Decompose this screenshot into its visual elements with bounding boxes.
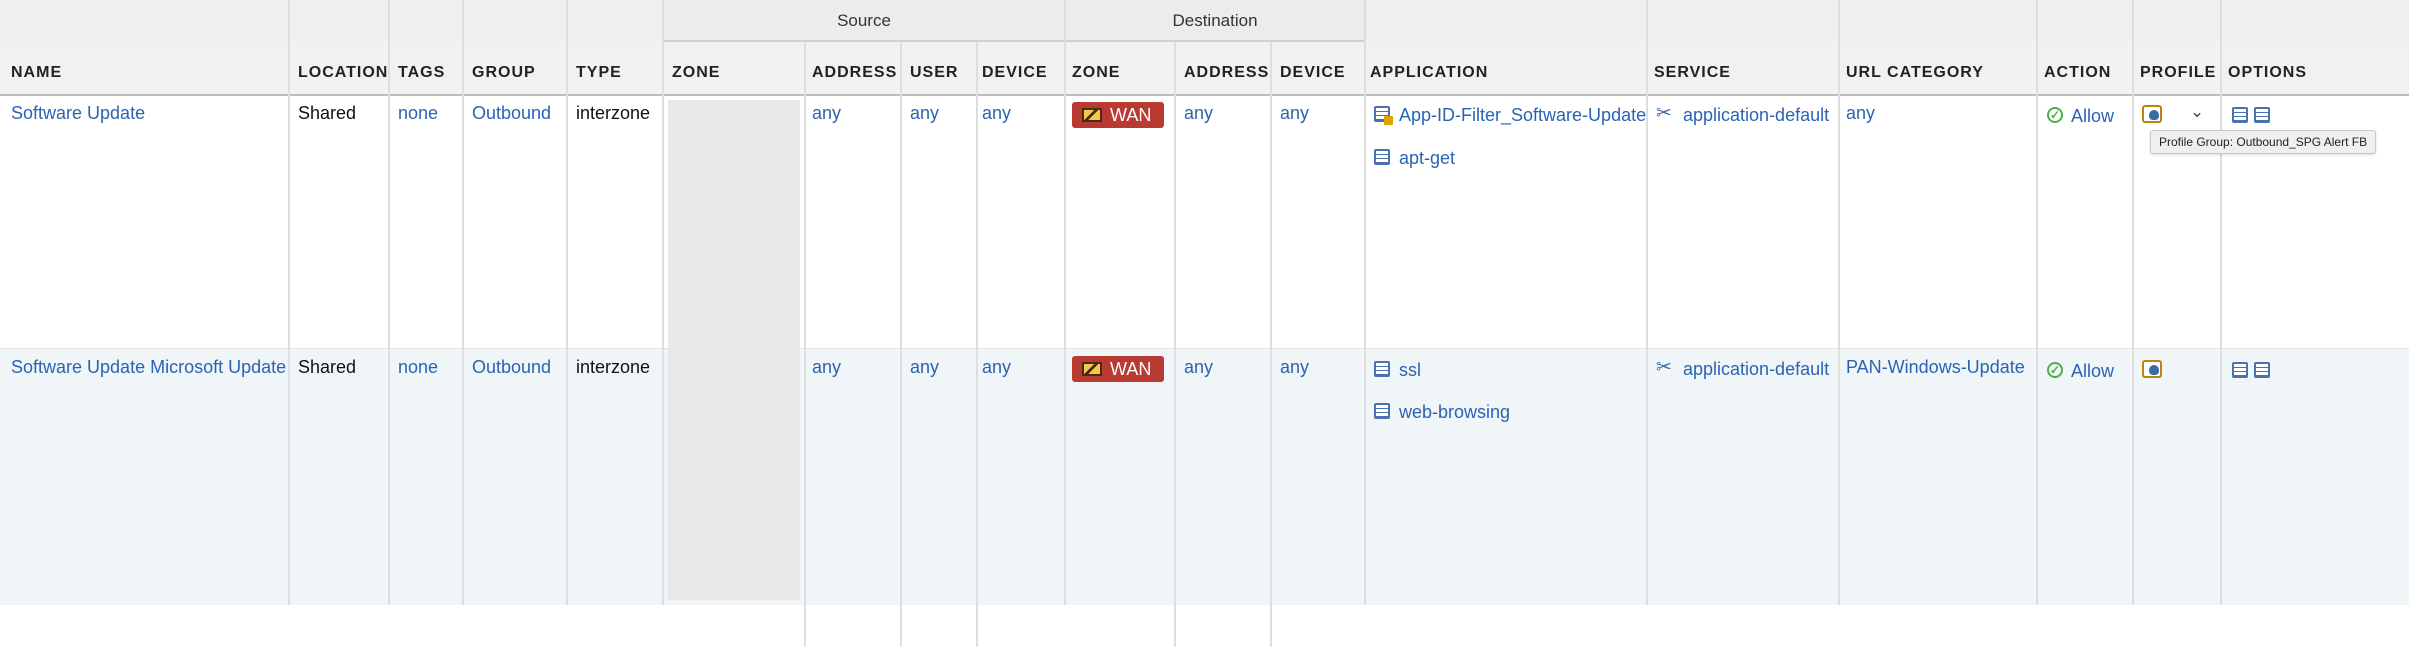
rule-type: interzone xyxy=(576,103,651,123)
source-address-link[interactable]: any xyxy=(812,101,841,125)
rule-location: Shared xyxy=(298,103,357,123)
rule-group-link[interactable]: Outbound xyxy=(472,101,551,125)
log-forwarding-icon[interactable] xyxy=(2254,107,2270,123)
col-header-type[interactable]: TYPE xyxy=(576,58,622,88)
rule-name-link[interactable]: Software Update Microsoft Update xyxy=(11,355,286,379)
allow-check-icon: ✓ xyxy=(2047,107,2063,123)
col-header-tags[interactable]: TAGS xyxy=(398,58,445,88)
col-header-source-address[interactable]: ADDRESS xyxy=(812,58,897,88)
service-link[interactable]: application-default xyxy=(1683,357,1829,381)
destination-zone-badge[interactable]: WAN xyxy=(1072,356,1164,382)
col-header-destination-device[interactable]: DEVICE xyxy=(1280,58,1346,88)
header-divider xyxy=(0,94,2409,96)
col-header-source-device[interactable]: DEVICE xyxy=(982,58,1048,88)
col-header-destination-address[interactable]: ADDRESS xyxy=(1184,58,1269,88)
source-address-link[interactable]: any xyxy=(812,355,841,379)
destination-address-link[interactable]: any xyxy=(1184,355,1213,379)
application-link[interactable]: App-ID-Filter_Software-Update xyxy=(1399,103,1646,127)
destination-group-header: Destination xyxy=(1064,0,1366,42)
source-group-header: Source xyxy=(662,0,1066,42)
action-allow-link[interactable]: Allow xyxy=(2071,359,2114,383)
url-category-link[interactable]: PAN-Windows-Update xyxy=(1846,355,2025,379)
table-row[interactable] xyxy=(0,348,2409,605)
destination-address-link[interactable]: any xyxy=(1184,101,1213,125)
log-options-icon[interactable] xyxy=(2232,107,2248,123)
application-filter-icon xyxy=(1374,106,1393,125)
destination-zone-badge[interactable]: WAN xyxy=(1072,102,1164,128)
service-link[interactable]: application-default xyxy=(1683,103,1829,127)
col-header-source-user[interactable]: USER xyxy=(910,58,958,88)
col-header-location[interactable]: LOCATION xyxy=(298,58,388,88)
action-allow-link[interactable]: Allow xyxy=(2071,104,2114,128)
col-header-source-zone[interactable]: ZONE xyxy=(672,58,720,88)
row-divider xyxy=(0,348,2409,349)
destination-zone-label: WAN xyxy=(1110,105,1152,125)
service-tools-icon: ✂ xyxy=(1656,357,1672,378)
col-header-url-category[interactable]: URL CATEGORY xyxy=(1846,58,1984,88)
application-link[interactable]: ssl xyxy=(1399,358,1421,382)
col-header-action[interactable]: ACTION xyxy=(2044,58,2111,88)
source-device-link[interactable]: any xyxy=(982,101,1011,125)
log-forwarding-icon[interactable] xyxy=(2254,362,2270,378)
zone-icon xyxy=(1082,362,1102,376)
rule-type: interzone xyxy=(576,357,651,377)
source-zone-redacted xyxy=(668,100,800,600)
destination-device-link[interactable]: any xyxy=(1280,101,1309,125)
rule-tags-link[interactable]: none xyxy=(398,355,438,379)
log-options-icon[interactable] xyxy=(2232,362,2248,378)
application-icon xyxy=(1374,361,1390,377)
col-header-group[interactable]: GROUP xyxy=(472,58,536,88)
col-header-profile[interactable]: PROFILE xyxy=(2140,58,2216,88)
chevron-down-icon[interactable]: ⌄ xyxy=(2190,102,2204,122)
col-header-options[interactable]: OPTIONS xyxy=(2228,58,2307,88)
source-user-link[interactable]: any xyxy=(910,355,939,379)
col-header-destination-zone[interactable]: ZONE xyxy=(1072,58,1120,88)
col-header-service[interactable]: SERVICE xyxy=(1654,58,1731,88)
destination-zone-label: WAN xyxy=(1110,359,1152,379)
allow-check-icon: ✓ xyxy=(2047,362,2063,378)
zone-icon xyxy=(1082,108,1102,122)
rule-group-link[interactable]: Outbound xyxy=(472,355,551,379)
source-user-link[interactable]: any xyxy=(910,101,939,125)
application-icon xyxy=(1374,149,1390,165)
service-tools-icon: ✂ xyxy=(1656,103,1672,124)
rule-location: Shared xyxy=(298,357,357,377)
application-link[interactable]: apt-get xyxy=(1399,146,1455,170)
col-header-application[interactable]: APPLICATION xyxy=(1370,58,1488,88)
col-header-name[interactable]: NAME xyxy=(11,58,62,88)
application-icon xyxy=(1374,403,1390,419)
application-link[interactable]: web-browsing xyxy=(1399,400,1510,424)
profile-group-tooltip: Profile Group: Outbound_SPG Alert FB xyxy=(2150,130,2377,154)
source-device-link[interactable]: any xyxy=(982,355,1011,379)
security-profile-icon[interactable] xyxy=(2142,360,2162,378)
url-category-link[interactable]: any xyxy=(1846,101,1875,125)
rule-name-link[interactable]: Software Update xyxy=(11,101,145,125)
security-rules-grid: Source Destination NAME LOCATION TAGS GR… xyxy=(0,0,2409,647)
rule-tags-link[interactable]: none xyxy=(398,101,438,125)
security-profile-icon[interactable] xyxy=(2142,105,2162,123)
destination-device-link[interactable]: any xyxy=(1280,355,1309,379)
table-row[interactable] xyxy=(0,96,2409,348)
